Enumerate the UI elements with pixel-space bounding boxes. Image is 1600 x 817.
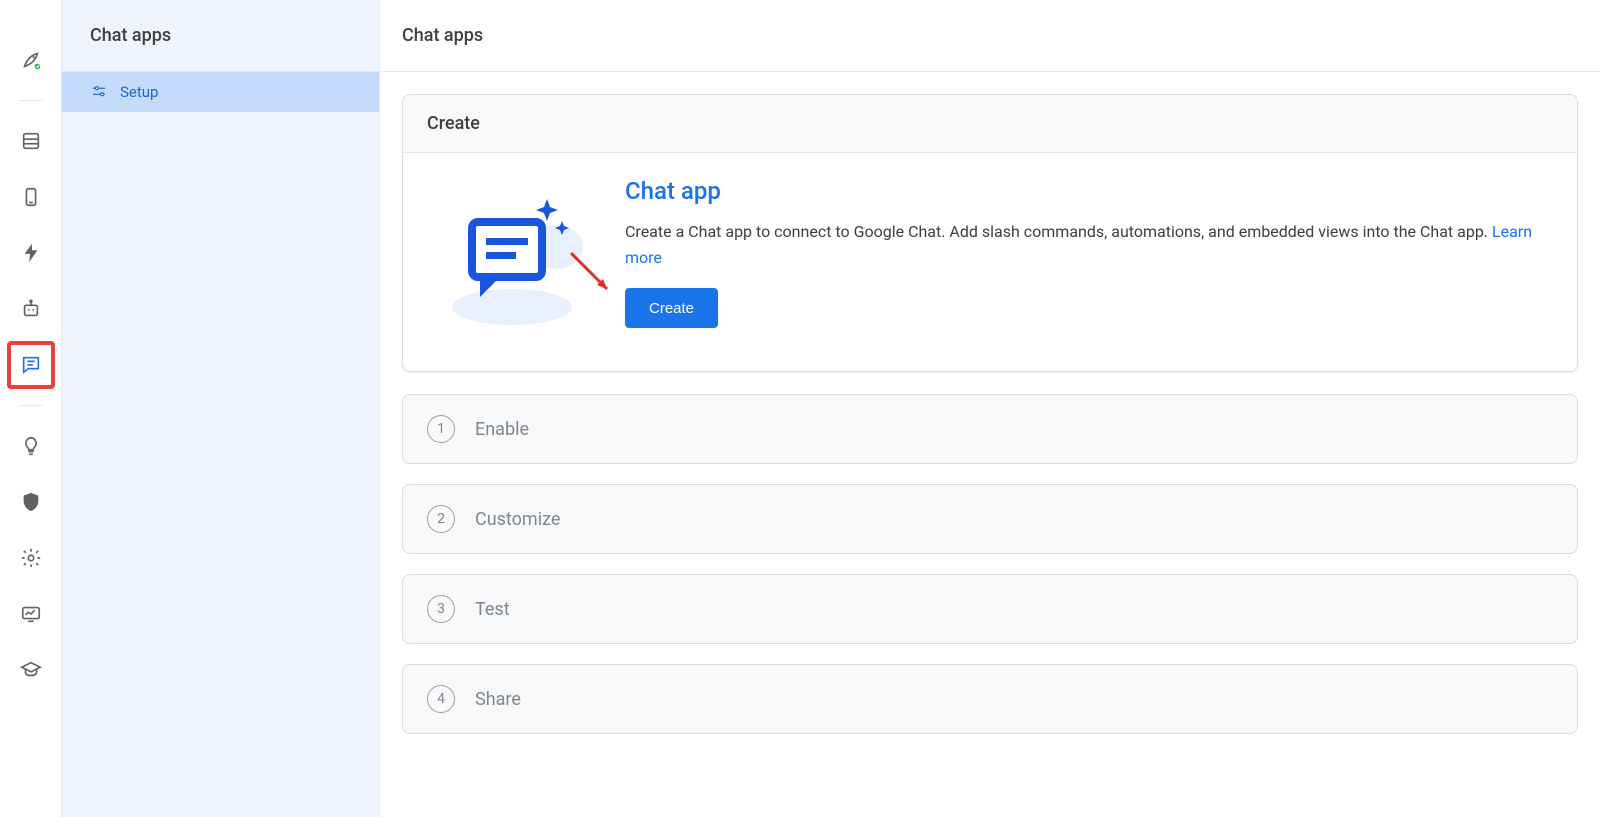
main: Chat apps Create [380,0,1600,817]
step-label: Share [475,689,521,710]
mobile-icon[interactable] [7,173,55,221]
create-desc-text: Create a Chat app to connect to Google C… [625,222,1492,241]
sliders-icon [90,83,108,101]
main-body: Create [380,72,1600,776]
page-title: Chat apps [380,0,1600,72]
sidebar: Chat apps Setup [62,0,380,817]
step-enable[interactable]: 1 Enable [402,394,1578,464]
create-title: Chat app [625,177,1553,205]
chat-icon[interactable] [7,341,55,389]
sidebar-title: Chat apps [62,0,379,72]
sidebar-item-setup[interactable]: Setup [62,72,379,112]
step-number: 1 [427,415,455,443]
step-label: Customize [475,509,560,530]
sidebar-item-label: Setup [120,83,158,101]
rocket-icon[interactable] [7,36,55,84]
create-card-text: Chat app Create a Chat app to connect to… [625,177,1553,328]
robot-icon[interactable] [7,285,55,333]
step-label: Enable [475,419,529,440]
sidebar-nav: Setup [62,72,379,112]
step-number: 3 [427,595,455,623]
chat-illustration [427,177,597,347]
create-description: Create a Chat app to connect to Google C… [625,219,1553,270]
rail-separator [19,100,43,101]
gear-icon[interactable] [7,534,55,582]
shield-icon[interactable] [7,478,55,526]
step-number: 2 [427,505,455,533]
step-test[interactable]: 3 Test [402,574,1578,644]
create-button[interactable]: Create [625,288,718,328]
rail-separator [19,405,43,406]
lightning-icon[interactable] [7,229,55,277]
lightbulb-icon[interactable] [7,422,55,470]
step-customize[interactable]: 2 Customize [402,484,1578,554]
step-number: 4 [427,685,455,713]
step-label: Test [475,599,510,620]
step-share[interactable]: 4 Share [402,664,1578,734]
monitor-icon[interactable] [7,590,55,638]
create-card-header: Create [403,95,1577,153]
database-icon[interactable] [7,117,55,165]
icon-rail [0,0,62,817]
graduation-icon[interactable] [7,646,55,694]
create-card: Create [402,94,1578,372]
